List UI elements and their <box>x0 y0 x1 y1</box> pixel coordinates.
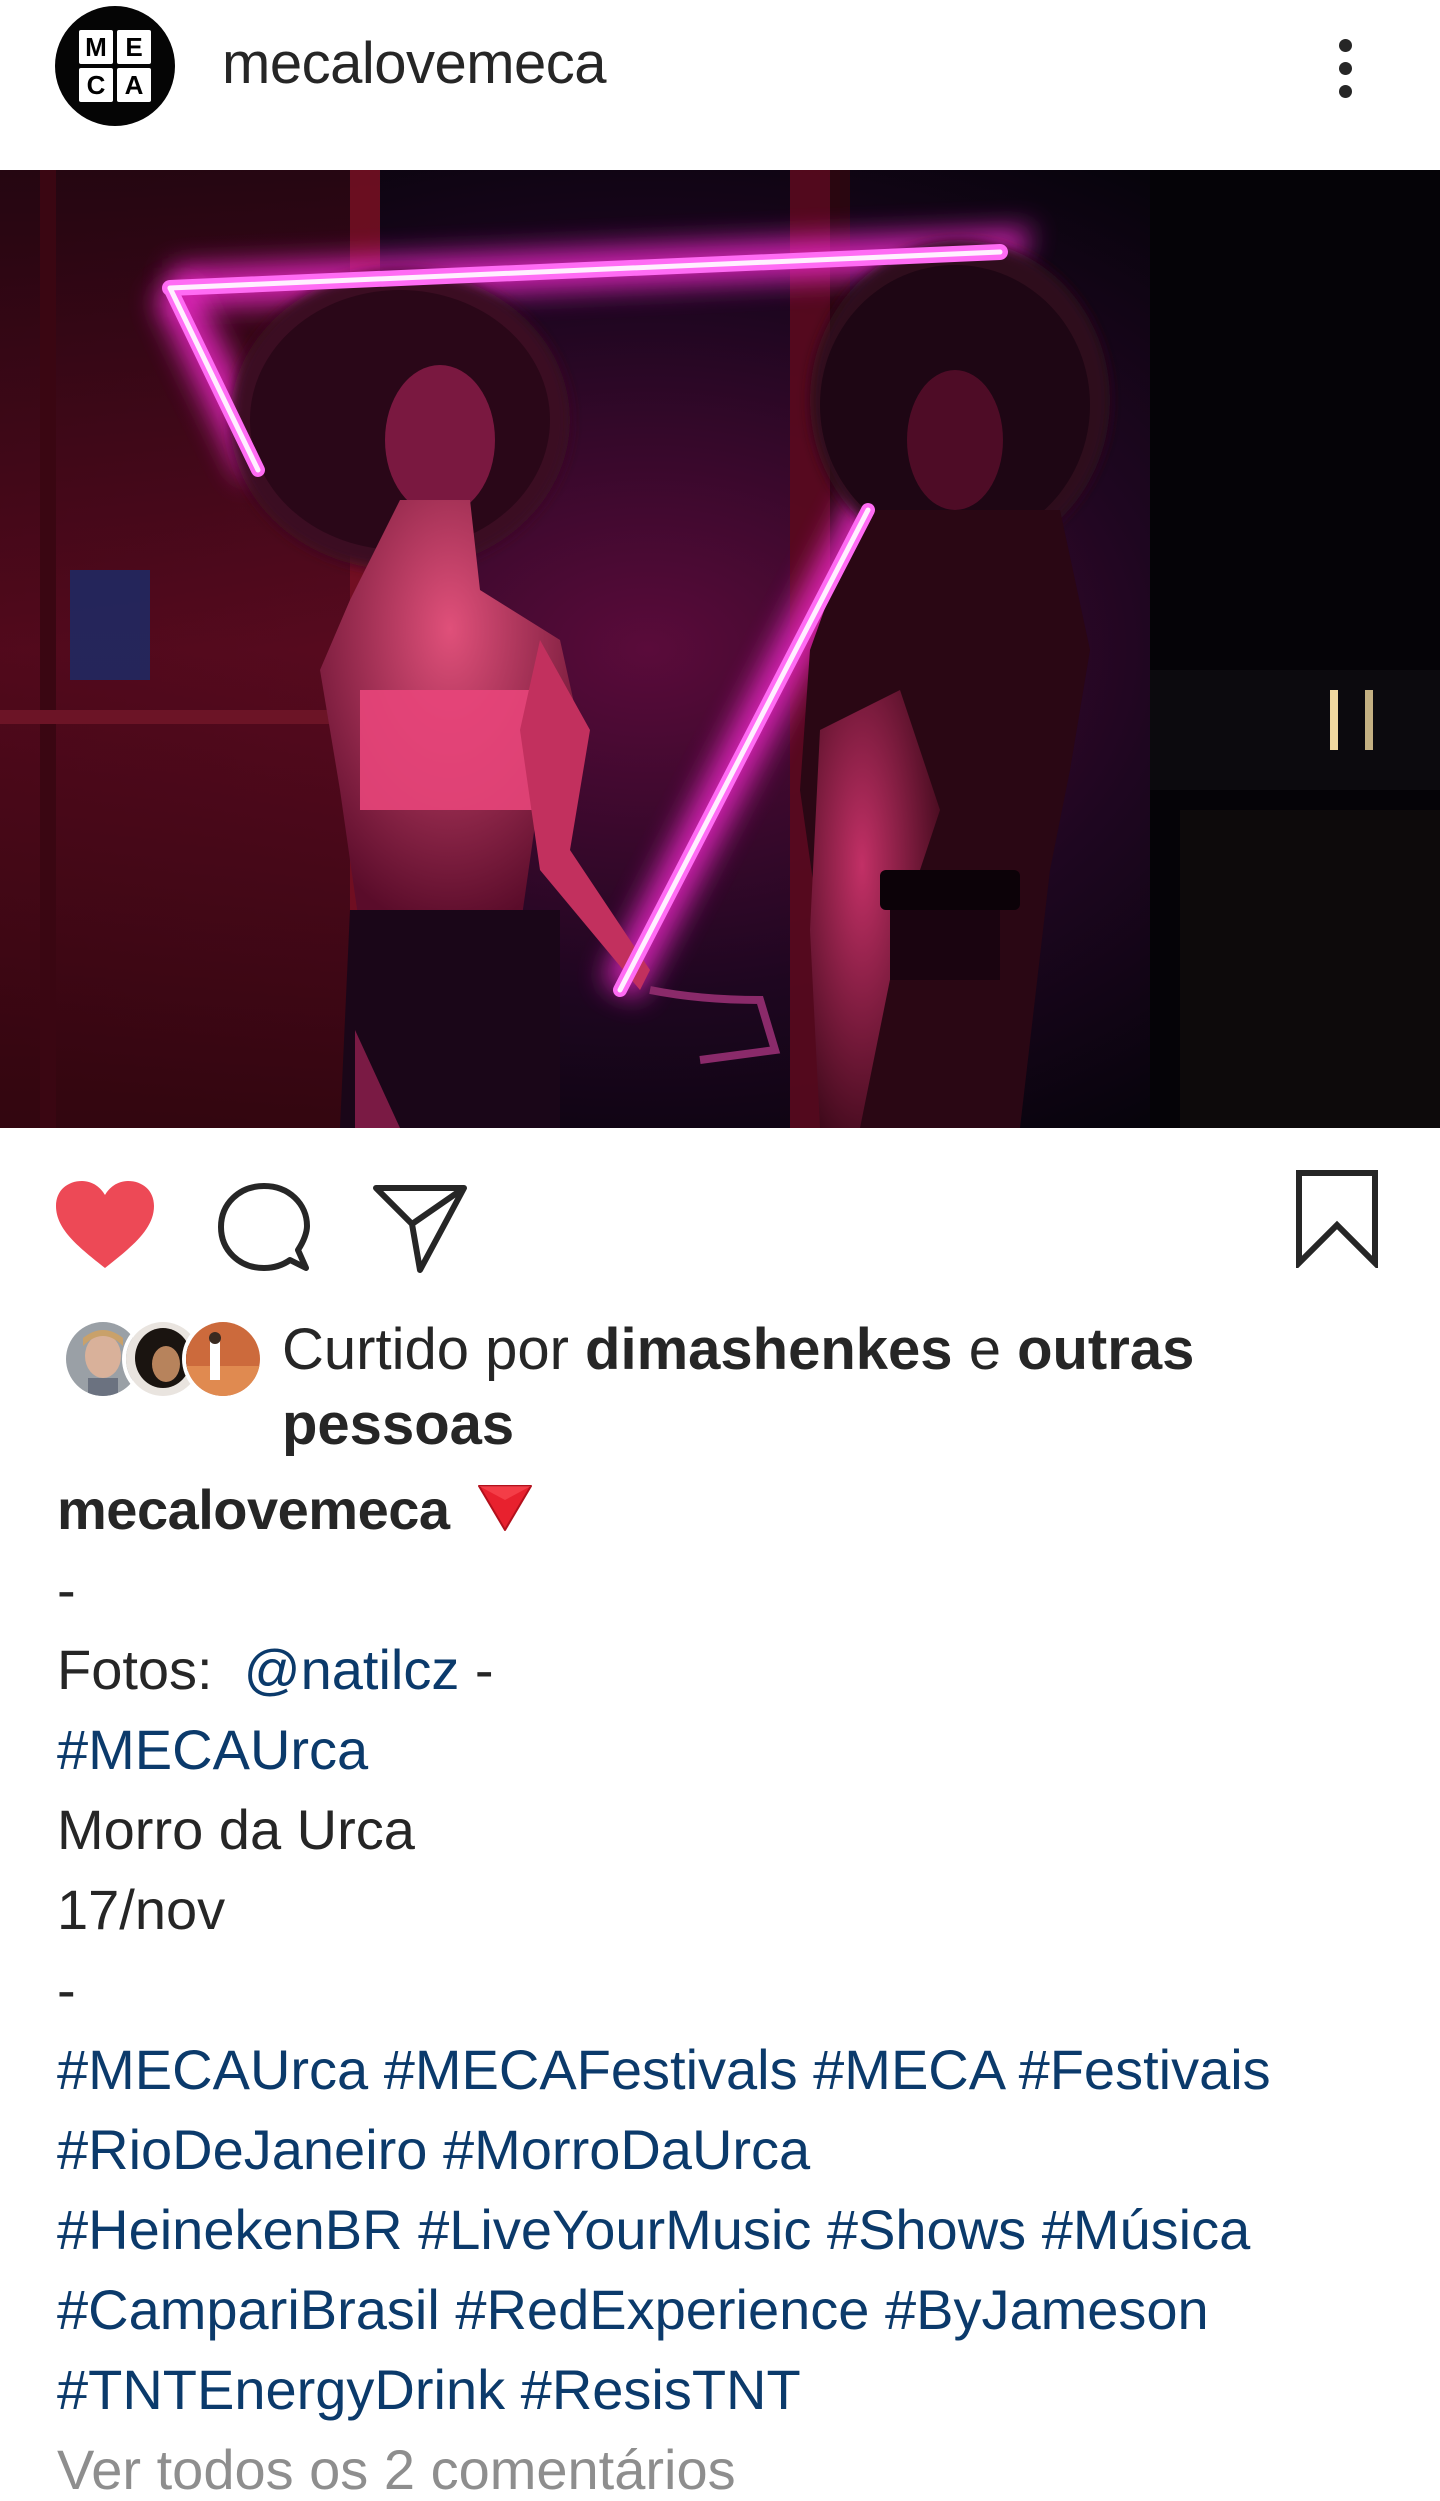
photo-illustration <box>0 170 1440 1128</box>
post-actions <box>0 1128 1440 1308</box>
liker-avatars[interactable] <box>62 1318 264 1400</box>
logo-letter: E <box>117 30 151 64</box>
likes-conjunction: e <box>968 1317 1001 1382</box>
post-header: M E C A mecalovemeca <box>0 0 1440 170</box>
more-dot <box>1338 38 1352 52</box>
likes-prefix: Curtido por <box>282 1317 569 1382</box>
heart-filled-icon[interactable] <box>52 1178 158 1274</box>
hashtag-line[interactable]: #CampariBrasil #RedExperience #ByJameson <box>57 2270 1407 2350</box>
meca-logo: M E C A <box>79 30 151 102</box>
liker-avatar <box>182 1318 264 1400</box>
photos-label: Fotos: <box>57 1638 213 1701</box>
red-triangle-down-icon <box>478 1485 533 1532</box>
hashtag-line[interactable]: #MECAUrca #MECAFestivals #MECA #Festivai… <box>57 2030 1407 2110</box>
liker-username[interactable]: dimashenkes <box>585 1317 953 1382</box>
hashtag-line[interactable]: #RioDeJaneiro #MorroDaUrca <box>57 2110 1407 2190</box>
logo-letter: A <box>117 68 151 102</box>
more-dot <box>1338 84 1352 98</box>
more-dot <box>1338 61 1352 75</box>
send-icon[interactable] <box>370 1178 470 1278</box>
hashtag-line[interactable]: #TNTEnergyDrink #ResisTNT <box>57 2350 1407 2430</box>
hashtag-link[interactable]: #MECAUrca <box>57 1710 1407 1790</box>
logo-letter: M <box>79 30 113 64</box>
more-options-icon[interactable] <box>1310 28 1380 108</box>
post-caption: mecalovemeca - Fotos: @natilcz - #MECAUr… <box>57 1470 1407 2430</box>
comment-icon[interactable] <box>216 1180 312 1276</box>
post-username[interactable]: mecalovemeca <box>222 30 607 97</box>
post-photo[interactable] <box>0 170 1440 1128</box>
bookmark-icon[interactable] <box>1294 1168 1380 1268</box>
caption-author-line: mecalovemeca <box>57 1470 1407 1550</box>
likes-summary[interactable]: Curtido por dimashenkes e outras pessoas <box>282 1312 1382 1462</box>
caption-author[interactable]: mecalovemeca <box>57 1478 450 1541</box>
view-all-comments-link[interactable]: Ver todos os 2 comentários <box>57 2440 736 2500</box>
caption-location: Morro da Urca <box>57 1798 415 1861</box>
profile-avatar[interactable]: M E C A <box>55 6 175 126</box>
caption-date: 17/nov <box>57 1878 226 1941</box>
photos-suffix: - <box>474 1638 494 1701</box>
caption-dash: - <box>57 1558 76 1621</box>
hashtag-line[interactable]: #HeinekenBR #LiveYourMusic #Shows #Músic… <box>57 2190 1407 2270</box>
logo-letter: C <box>79 68 113 102</box>
photographer-mention[interactable]: @natilcz <box>244 1638 460 1701</box>
caption-dash: - <box>57 1958 76 2021</box>
caption-photos-line: Fotos: @natilcz - <box>57 1630 1407 1710</box>
